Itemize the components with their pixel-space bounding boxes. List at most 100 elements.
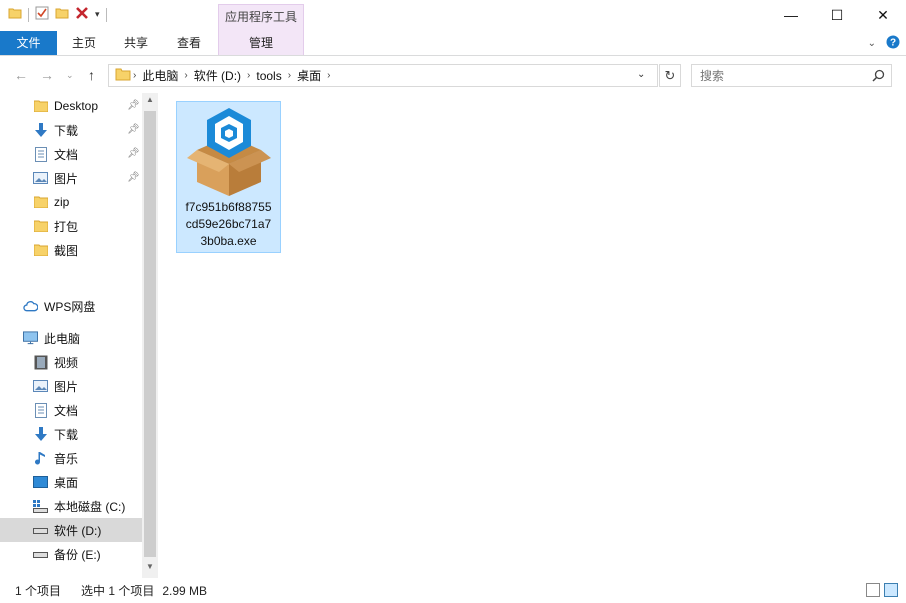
minimize-button[interactable]: —	[768, 0, 814, 30]
search-icon[interactable]	[872, 69, 885, 85]
nav-item-label: 软件 (D:)	[54, 523, 102, 538]
address-dropdown-chevron-icon[interactable]: ⌄	[637, 69, 645, 80]
status-bar: 1 个项目 选中 1 个项目 2.99 MB	[0, 578, 906, 603]
scroll-up-icon[interactable]: ▲	[142, 95, 158, 109]
tab-home[interactable]: 主页	[64, 31, 104, 55]
nav-scrollbar-thumb[interactable]	[144, 111, 156, 557]
forward-arrow-icon[interactable]: →	[40, 67, 54, 83]
nav-item-zip[interactable]: zip	[0, 190, 142, 214]
qat-separator	[28, 7, 29, 22]
nav-item-label: 此电脑	[44, 331, 81, 346]
properties-icon[interactable]	[35, 6, 49, 23]
nav-item-this-pc[interactable]: 此电脑	[0, 326, 142, 350]
delete-icon[interactable]	[75, 6, 89, 23]
expand-ribbon-chevron-icon[interactable]: ⌄	[868, 38, 876, 49]
nav-item-drive-c[interactable]: 本地磁盘 (C:)	[0, 494, 142, 518]
navigation-pane: Desktop 📌︎ 下载 📌︎ 文档 📌︎ 图片 📌︎ zip 打包 截图 W…	[0, 93, 158, 578]
search-box[interactable]	[691, 64, 892, 87]
nav-item-label: 截图	[54, 243, 79, 258]
folder-icon	[115, 67, 131, 84]
pin-icon[interactable]: 📌︎	[127, 148, 140, 159]
file-name: f7c951b6f88755 cd59e26bc71a7 3b0ba.exe	[177, 199, 280, 250]
quick-access-toolbar: ▾	[8, 6, 107, 23]
breadcrumb-chevron-icon[interactable]: ›	[288, 70, 291, 81]
nav-item-pc-downloads[interactable]: 下载	[0, 422, 142, 446]
nav-item-label: 下载	[54, 123, 79, 138]
maximize-button[interactable]: ☐	[814, 0, 860, 30]
nav-item-documents[interactable]: 文档	[0, 142, 142, 166]
nav-item-label: 本地磁盘 (C:)	[54, 499, 126, 514]
nav-item-label: 图片	[54, 171, 79, 186]
nav-item-label: 文档	[54, 147, 79, 162]
nav-item-wps-cloud[interactable]: WPS网盘	[0, 294, 142, 318]
refresh-icon: ↻	[664, 67, 676, 83]
scroll-down-icon[interactable]: ▼	[142, 562, 158, 576]
recent-locations-chevron-icon[interactable]: ⌄	[66, 70, 74, 81]
folder-icon	[33, 243, 48, 258]
breadcrumb-drive-d[interactable]: 软件 (D:)	[194, 67, 241, 84]
nav-item-videos[interactable]: 视频	[0, 350, 142, 374]
customize-qat-chevron-icon[interactable]: ▾	[95, 9, 100, 20]
file-list-pane[interactable]: f7c951b6f88755 cd59e26bc71a7 3b0ba.exe	[158, 93, 906, 578]
view-toggle-group	[866, 583, 898, 597]
desktop-icon	[33, 475, 48, 490]
back-arrow-icon[interactable]: ←	[14, 67, 28, 83]
tab-share[interactable]: 共享	[116, 31, 156, 55]
file-item[interactable]: f7c951b6f88755 cd59e26bc71a7 3b0ba.exe	[176, 101, 281, 253]
nav-item-label: 文档	[54, 403, 79, 418]
breadcrumb-chevron-icon[interactable]: ›	[327, 70, 330, 81]
computer-icon	[23, 331, 38, 346]
nav-item-dabao[interactable]: 打包	[0, 214, 142, 238]
pin-icon[interactable]: 📌︎	[127, 124, 140, 135]
nav-item-label: 桌面	[54, 475, 79, 490]
nav-item-pc-pictures[interactable]: 图片	[0, 374, 142, 398]
picture-icon	[33, 379, 48, 394]
search-input[interactable]	[692, 65, 862, 86]
document-icon	[33, 146, 48, 162]
large-icons-view-icon[interactable]	[884, 583, 898, 597]
breadcrumb-chevron-icon[interactable]: ›	[184, 70, 187, 81]
nav-item-jietu[interactable]: 截图	[0, 238, 142, 262]
minimize-icon: —	[784, 7, 798, 23]
pin-icon[interactable]: 📌︎	[127, 100, 140, 111]
status-selected-size: 2.99 MB	[162, 583, 208, 598]
drive-icon	[33, 547, 48, 562]
nav-item-desktop[interactable]: Desktop	[0, 94, 142, 118]
close-icon: ✕	[877, 6, 889, 23]
nav-item-pc-documents[interactable]: 文档	[0, 398, 142, 422]
nav-item-label: Desktop	[54, 99, 99, 113]
breadcrumb-chevron-icon[interactable]: ›	[133, 70, 136, 81]
breadcrumb-chevron-icon[interactable]: ›	[247, 70, 250, 81]
new-folder-icon[interactable]	[55, 6, 69, 23]
close-button[interactable]: ✕	[860, 0, 906, 30]
title-bar: ▾ 应用程序工具 — ☐ ✕	[0, 0, 906, 31]
help-icon[interactable]: ?	[886, 35, 900, 52]
pin-icon[interactable]: 📌︎	[127, 172, 140, 183]
system-drive-icon	[33, 499, 48, 514]
address-bar[interactable]: › 此电脑 › 软件 (D:) › tools › 桌面 ›	[108, 64, 658, 87]
breadcrumb-this-pc[interactable]: 此电脑	[142, 67, 178, 84]
qat-separator	[105, 7, 107, 22]
nav-item-pc-desktop[interactable]: 桌面	[0, 470, 142, 494]
nav-item-downloads[interactable]: 下载	[0, 118, 142, 142]
refresh-button[interactable]: ↻	[659, 64, 681, 87]
music-icon	[33, 451, 48, 466]
tab-manage[interactable]: 管理	[218, 31, 304, 55]
file-name-line: 3b0ba.exe	[200, 234, 257, 248]
maximize-icon: ☐	[830, 6, 844, 23]
nav-item-drive-d[interactable]: 软件 (D:)	[0, 518, 142, 542]
context-tab-header: 应用程序工具	[218, 4, 304, 31]
status-selected-count: 选中 1 个项目	[81, 584, 155, 598]
breadcrumb-desktop[interactable]: 桌面	[297, 67, 321, 84]
tab-view[interactable]: 查看	[169, 31, 209, 55]
nav-item-label: 视频	[54, 355, 79, 370]
address-row: ← → ⌄ ↑ › 此电脑 › 软件 (D:) › tools › 桌面 › ⌄…	[0, 57, 906, 93]
details-view-icon[interactable]	[866, 583, 880, 597]
tab-file[interactable]: 文件	[0, 31, 57, 55]
nav-item-music[interactable]: 音乐	[0, 446, 142, 470]
nav-item-drive-e[interactable]: 备份 (E:)	[0, 542, 142, 566]
nav-item-pictures[interactable]: 图片	[0, 166, 142, 190]
folder-icon[interactable]	[8, 6, 22, 23]
up-arrow-icon[interactable]: ↑	[88, 67, 95, 83]
breadcrumb-tools[interactable]: tools	[256, 69, 281, 83]
